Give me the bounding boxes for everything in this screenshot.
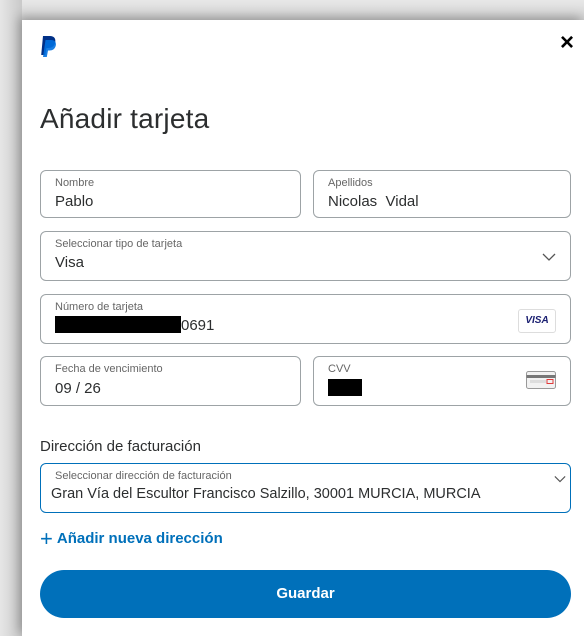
card-number-value: 0691 xyxy=(55,316,214,334)
card-number-field[interactable]: Número de tarjeta 0691 VISA xyxy=(40,294,571,344)
card-type-select[interactable]: Seleccionar tipo de tarjeta Visa xyxy=(40,231,571,281)
chevron-down-icon xyxy=(554,476,566,483)
save-button[interactable]: Guardar xyxy=(40,570,571,618)
backdrop-left xyxy=(0,0,22,636)
billing-address-value: Gran Vía del Escultor Francisco Salzillo… xyxy=(51,486,481,502)
cvv-card-icon xyxy=(526,371,556,389)
page-title: Añadir tarjeta xyxy=(40,103,210,134)
add-card-modal: × Añadir tarjeta Nombre Pablo Apellidos … xyxy=(22,20,584,636)
card-number-redaction xyxy=(55,316,181,333)
card-number-label: Número de tarjeta xyxy=(55,301,144,313)
billing-section-label: Dirección de facturación xyxy=(40,438,201,455)
last-name-label: Apellidos xyxy=(328,177,373,189)
card-type-label: Seleccionar tipo de tarjeta xyxy=(55,238,183,250)
add-new-address-link[interactable]: + Añadir nueva dirección xyxy=(40,526,223,552)
last-name-value: Nicolas Vidal xyxy=(328,193,419,210)
plus-icon: + xyxy=(40,526,53,551)
expiry-field[interactable]: Fecha de vencimiento 09 / 26 xyxy=(40,356,301,406)
backdrop-top xyxy=(0,0,584,22)
visa-card-icon: VISA xyxy=(518,309,556,333)
expiry-value: 09 / 26 xyxy=(55,380,101,397)
billing-select-label: Seleccionar dirección de facturación xyxy=(55,470,232,482)
first-name-field[interactable]: Nombre Pablo xyxy=(40,170,301,218)
expiry-label: Fecha de vencimiento xyxy=(55,363,163,375)
cvv-label: CVV xyxy=(328,363,351,375)
chevron-down-icon xyxy=(542,253,556,261)
card-number-suffix: 0691 xyxy=(181,317,215,334)
paypal-logo-icon xyxy=(41,36,56,57)
cvv-redaction xyxy=(328,379,362,396)
add-new-address-label: Añadir nueva dirección xyxy=(56,530,223,547)
billing-address-select[interactable]: Seleccionar dirección de facturación Gra… xyxy=(40,463,571,513)
last-name-field[interactable]: Apellidos Nicolas Vidal xyxy=(313,170,571,218)
first-name-value: Pablo xyxy=(55,193,94,210)
card-type-value: Visa xyxy=(55,254,84,271)
close-icon[interactable]: × xyxy=(556,31,578,55)
cvv-field[interactable]: CVV xyxy=(313,356,571,406)
first-name-label: Nombre xyxy=(55,177,95,189)
